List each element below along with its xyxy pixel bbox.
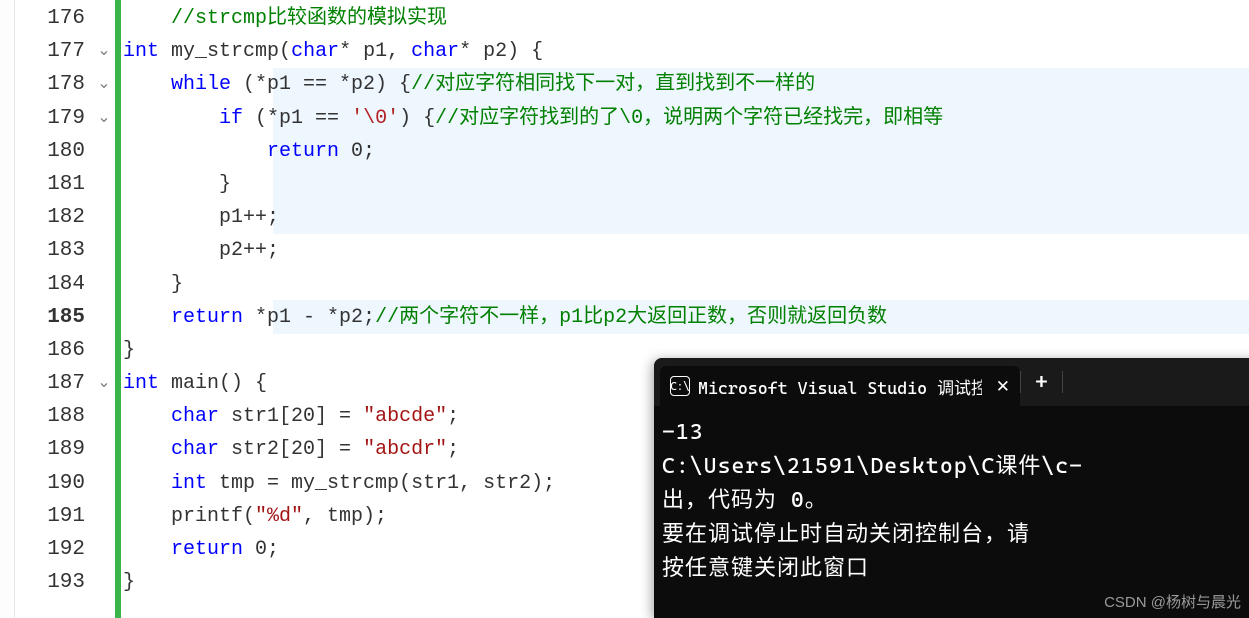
line-number[interactable]: 177 xyxy=(15,35,85,68)
line-number[interactable]: 187 xyxy=(15,367,85,400)
vertical-scrollbar[interactable] xyxy=(0,0,15,618)
fold-toggle[interactable]: ⌄ xyxy=(93,102,115,135)
line-number[interactable]: 190 xyxy=(15,467,85,500)
terminal-line: 出，代码为 0。 xyxy=(662,484,1249,518)
terminal-window: C:\ Microsoft Visual Studio 调试控 ✕ + -13C… xyxy=(654,358,1249,618)
line-number[interactable]: 179 xyxy=(15,102,85,135)
line-number[interactable]: 186 xyxy=(15,334,85,367)
watermark: CSDN @杨树与晨光 xyxy=(1104,591,1241,612)
terminal-output[interactable]: -13C:\Users\21591\Desktop\C课件\c-出，代码为 0。… xyxy=(654,406,1249,596)
line-number[interactable]: 185 xyxy=(15,301,85,334)
terminal-tab-title: Microsoft Visual Studio 调试控 xyxy=(698,374,982,399)
line-number[interactable]: 191 xyxy=(15,500,85,533)
terminal-line: 要在调试停止时自动关闭控制台，请 xyxy=(662,518,1249,552)
terminal-line: C:\Users\21591\Desktop\C课件\c- xyxy=(662,450,1249,484)
new-tab-button[interactable]: + xyxy=(1021,370,1062,395)
line-number-gutter: 176 177 178 179 180 181 182 183 184 185 … xyxy=(15,0,93,618)
terminal-icon: C:\ xyxy=(670,376,690,396)
line-number[interactable]: 181 xyxy=(15,168,85,201)
line-number[interactable]: 192 xyxy=(15,533,85,566)
close-icon[interactable]: ✕ xyxy=(996,376,1010,397)
fold-toggle[interactable]: ⌄ xyxy=(93,35,115,68)
fold-toggle[interactable]: ⌄ xyxy=(93,68,115,101)
terminal-line: -13 xyxy=(662,416,1249,450)
line-number[interactable]: 184 xyxy=(15,268,85,301)
fold-column: ⌄ ⌄ ⌄ ⌄ xyxy=(93,0,115,618)
line-number[interactable]: 182 xyxy=(15,201,85,234)
terminal-line: 按任意键关闭此窗口 xyxy=(662,552,1249,586)
line-number[interactable]: 180 xyxy=(15,135,85,168)
line-number[interactable]: 193 xyxy=(15,566,85,599)
terminal-tab[interactable]: C:\ Microsoft Visual Studio 调试控 ✕ xyxy=(660,366,1020,406)
terminal-tab-bar: C:\ Microsoft Visual Studio 调试控 ✕ + xyxy=(654,358,1249,406)
change-indicator xyxy=(115,0,121,618)
tab-divider xyxy=(1062,371,1063,393)
line-number[interactable]: 188 xyxy=(15,400,85,433)
comment: //strcmp比较函数的模拟实现 xyxy=(171,7,447,30)
line-number[interactable]: 176 xyxy=(15,2,85,35)
fold-toggle[interactable]: ⌄ xyxy=(93,367,115,400)
line-number[interactable]: 178 xyxy=(15,68,85,101)
line-number[interactable]: 189 xyxy=(15,433,85,466)
line-number[interactable]: 183 xyxy=(15,234,85,267)
